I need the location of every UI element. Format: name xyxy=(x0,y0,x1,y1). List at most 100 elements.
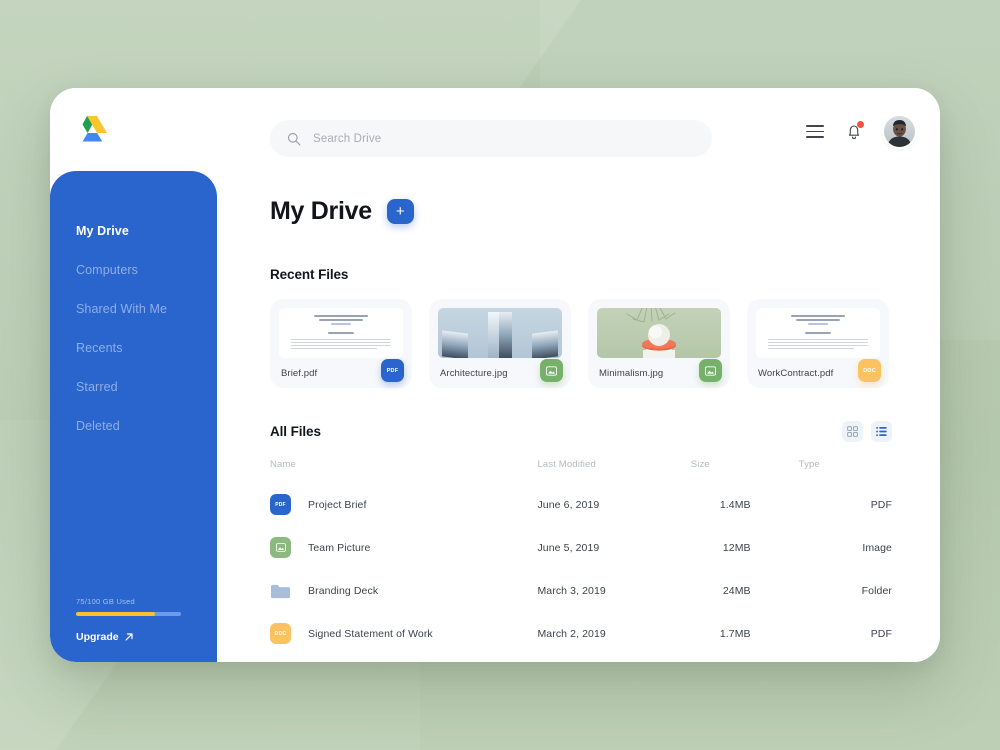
top-bar-actions xyxy=(806,116,915,147)
pdf-file-icon: PDF xyxy=(270,494,291,515)
file-type-badge-pdf: PDF xyxy=(381,359,404,382)
search-input[interactable]: Search Drive xyxy=(270,120,712,157)
page-title: My Drive xyxy=(270,197,372,225)
file-type-badge-doc: DOC xyxy=(858,359,881,382)
sidebar-item-label: My Drive xyxy=(76,224,129,238)
list-view-icon xyxy=(876,426,887,437)
table-row[interactable]: DOC Signed Statement of Work March 2, 20… xyxy=(270,612,892,655)
sidebar-item-label: Deleted xyxy=(76,419,120,433)
all-files-heading: All Files xyxy=(270,424,321,439)
recent-files-heading: Recent Files xyxy=(270,267,349,282)
files-table-body: PDF Project Brief June 6, 2019 1.4MB PDF xyxy=(270,483,892,655)
file-name: Signed Statement of Work xyxy=(308,627,433,640)
sidebar-item-label: Recents xyxy=(76,341,123,355)
all-files-header: All Files xyxy=(270,421,892,442)
file-name: Minimalism.jpg xyxy=(599,368,664,379)
list-view-button[interactable] xyxy=(871,421,892,442)
user-avatar[interactable] xyxy=(884,116,915,147)
file-size: 1.4MB xyxy=(719,498,751,511)
add-new-button[interactable]: + xyxy=(386,199,414,224)
app-window: My Drive Computers Shared With Me Recent… xyxy=(50,88,940,662)
recent-file-card[interactable]: Minimalism.jpg xyxy=(588,299,730,388)
image-file-icon xyxy=(270,537,291,558)
sidebar-item-label: Starred xyxy=(76,380,118,394)
sidebar-item-starred[interactable]: Starred xyxy=(50,368,217,407)
hamburger-menu-icon[interactable] xyxy=(806,125,824,138)
file-thumbnail xyxy=(597,308,721,358)
sidebar-item-computers[interactable]: Computers xyxy=(50,251,217,290)
file-name: Brief.pdf xyxy=(281,368,318,379)
file-name: Architecture.jpg xyxy=(440,368,508,379)
grid-view-button[interactable] xyxy=(842,421,863,442)
notification-bell-icon[interactable] xyxy=(845,121,864,141)
files-table-header: Name Last Modified Size Type xyxy=(270,459,892,483)
file-last-modified: March 2, 2019 xyxy=(537,627,606,640)
sidebar-nav: My Drive Computers Shared With Me Recent… xyxy=(50,212,217,446)
file-name: Project Brief xyxy=(308,498,367,511)
google-drive-logo xyxy=(76,114,108,144)
file-thumbnail xyxy=(756,308,880,358)
file-thumbnail xyxy=(279,308,403,358)
recent-file-card[interactable]: WorkContract.pdf DOC xyxy=(747,299,889,388)
search-placeholder: Search Drive xyxy=(313,132,382,145)
file-size: 12MB xyxy=(722,541,751,554)
storage-label: 75/100 GB Used xyxy=(76,596,135,606)
recent-files-list: Brief.pdf PDF Architecture.jpg Minimalis… xyxy=(270,299,892,388)
doc-file-icon: DOC xyxy=(270,623,291,644)
file-type-badge-image xyxy=(540,359,563,382)
table-row[interactable]: PDF Project Brief June 6, 2019 1.4MB PDF xyxy=(270,483,892,526)
file-last-modified: March 3, 2019 xyxy=(537,584,606,597)
file-type: PDF xyxy=(870,627,892,640)
sidebar-item-deleted[interactable]: Deleted xyxy=(50,407,217,446)
sidebar-item-label: Computers xyxy=(76,263,139,277)
storage-bar-fill xyxy=(76,611,155,616)
sidebar-item-label: Shared With Me xyxy=(76,302,168,316)
page-header: My Drive + xyxy=(270,197,892,226)
file-last-modified: June 5, 2019 xyxy=(537,541,600,554)
table-row[interactable]: Team Picture June 5, 2019 12MB Image xyxy=(270,526,892,569)
column-header-type: Type xyxy=(798,459,820,470)
file-name-cell: DOC Signed Statement of Work xyxy=(270,623,537,644)
search-icon xyxy=(287,132,301,145)
sidebar-item-my-drive[interactable]: My Drive xyxy=(50,212,217,251)
sidebar-item-shared-with-me[interactable]: Shared With Me xyxy=(50,290,217,329)
document-preview-icon xyxy=(279,308,403,358)
upgrade-link[interactable]: Upgrade xyxy=(76,631,134,643)
file-last-modified: June 6, 2019 xyxy=(537,498,600,511)
recent-file-card[interactable]: Architecture.jpg xyxy=(429,299,571,388)
architecture-photo xyxy=(438,308,562,358)
view-toggle-group xyxy=(842,421,892,442)
file-name-cell: Branding Deck xyxy=(270,580,537,601)
file-size: 1.7MB xyxy=(719,627,751,640)
file-type: Folder xyxy=(861,584,892,597)
minimalism-photo xyxy=(597,308,721,358)
file-name-cell: PDF Project Brief xyxy=(270,494,537,515)
file-type: PDF xyxy=(870,498,892,511)
column-header-name: Name xyxy=(270,459,296,470)
file-type: Image xyxy=(862,541,892,554)
files-table: Name Last Modified Size Type PDF Project… xyxy=(270,459,892,655)
column-header-size: Size xyxy=(690,459,710,470)
table-row[interactable]: Branding Deck March 3, 2019 24MB Folder xyxy=(270,569,892,612)
column-header-last-modified: Last Modified xyxy=(537,459,596,470)
sidebar-item-recents[interactable]: Recents xyxy=(50,329,217,368)
file-thumbnail xyxy=(438,308,562,358)
file-type-badge-image xyxy=(699,359,722,382)
document-preview-icon xyxy=(756,308,880,358)
notification-dot xyxy=(857,121,864,128)
file-name: WorkContract.pdf xyxy=(758,368,834,379)
upgrade-label: Upgrade xyxy=(76,631,119,643)
file-name: Team Picture xyxy=(308,541,371,554)
arrow-up-right-icon xyxy=(124,633,133,641)
recent-file-card[interactable]: Brief.pdf PDF xyxy=(270,299,412,388)
storage-bar-track xyxy=(76,611,181,616)
file-name: Branding Deck xyxy=(308,584,379,597)
file-size: 24MB xyxy=(722,584,751,597)
sidebar: My Drive Computers Shared With Me Recent… xyxy=(50,171,217,662)
storage-meter: 75/100 GB Used xyxy=(76,596,186,616)
top-bar: Search Drive xyxy=(50,88,940,171)
grid-view-icon xyxy=(847,426,858,437)
file-name-cell: Team Picture xyxy=(270,537,537,558)
main-content: My Drive + Recent Files Brief.pdf PDF Ar… xyxy=(217,171,940,662)
folder-icon xyxy=(270,580,291,601)
